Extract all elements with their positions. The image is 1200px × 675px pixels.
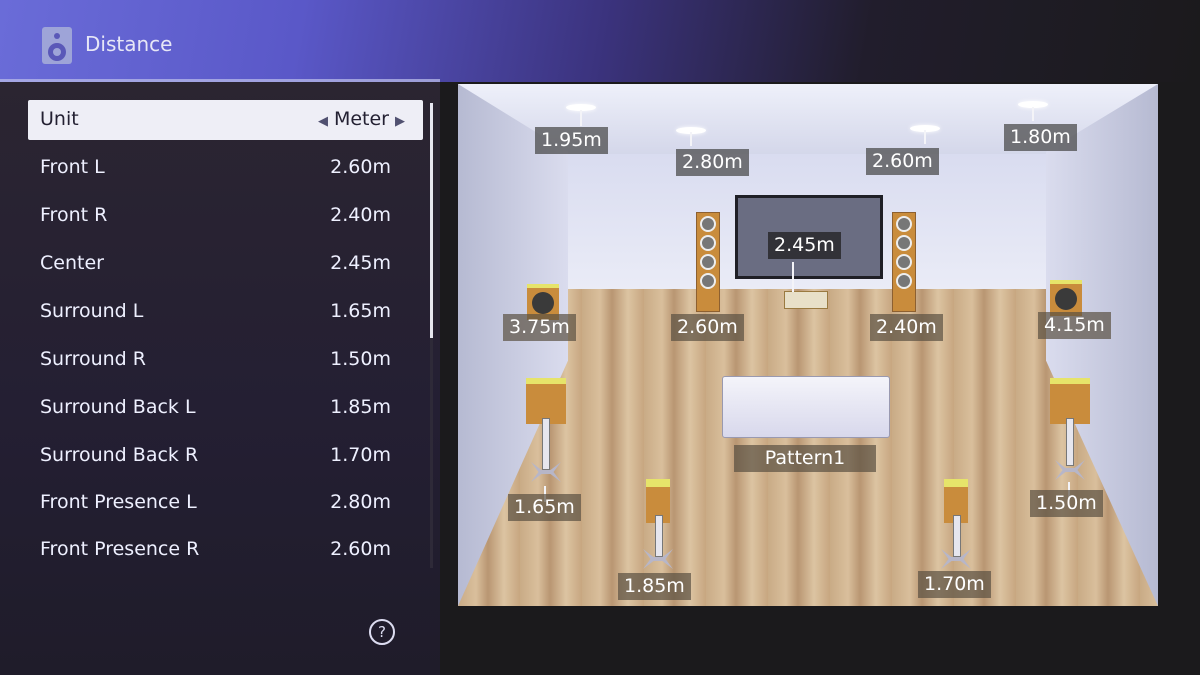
- item-label: Front L: [40, 156, 105, 178]
- speaker-layout-diagram: 1.95m 2.80m 2.60m 1.80m 2.45m 3.75m 2.60…: [458, 84, 1158, 606]
- item-value: 2.60m: [330, 538, 391, 560]
- header: [0, 0, 1200, 82]
- item-value: 1.85m: [330, 396, 391, 418]
- scrollbar-thumb[interactable]: [430, 103, 433, 338]
- tag-surround-r: 1.50m: [1030, 490, 1103, 517]
- tag-surround-back-l: 1.85m: [618, 573, 691, 600]
- arrow-left-icon[interactable]: ◀: [318, 114, 328, 129]
- tag-rear-presence-l: 1.95m: [535, 127, 608, 154]
- page-title: Distance: [85, 32, 173, 56]
- arrow-right-icon[interactable]: ▶: [395, 114, 405, 129]
- stand: [1066, 418, 1074, 466]
- item-label: Front Presence L: [40, 491, 197, 513]
- center-speaker-icon: [784, 291, 828, 309]
- help-icon[interactable]: ?: [369, 619, 395, 645]
- tag-connector: [924, 130, 926, 144]
- listening-position-label: Pattern1: [734, 445, 876, 472]
- stand: [953, 515, 961, 557]
- tag-connector: [690, 132, 692, 146]
- tag-rear-presence-r: 1.80m: [1004, 124, 1077, 151]
- list-item-front-l[interactable]: Front L 2.60m: [28, 148, 423, 188]
- item-value: 2.40m: [330, 204, 391, 226]
- tag-front-l: 2.60m: [671, 314, 744, 341]
- tag-front-presence-r: 2.60m: [866, 148, 939, 175]
- stand: [655, 515, 663, 557]
- tag-subwoofer-1: 3.75m: [503, 314, 576, 341]
- list-item-front-presence-r[interactable]: Front Presence R 2.60m: [28, 530, 423, 570]
- list-item-surround-back-l[interactable]: Surround Back L 1.85m: [28, 388, 423, 428]
- item-value: 2.60m: [330, 156, 391, 178]
- sofa-icon: [722, 376, 890, 438]
- tag-subwoofer-2: 4.15m: [1038, 312, 1111, 339]
- item-value: 2.45m: [330, 252, 391, 274]
- subwoofer-2-icon: [1050, 280, 1082, 316]
- tag-front-r: 2.40m: [870, 314, 943, 341]
- item-label: Surround Back L: [40, 396, 196, 418]
- tag-connector: [580, 110, 582, 126]
- item-value: 1.70m: [330, 444, 391, 466]
- item-label: Front R: [40, 204, 108, 226]
- speaker-icon: [42, 27, 72, 64]
- item-label: Surround R: [40, 348, 146, 370]
- tag-connector: [792, 262, 794, 292]
- unit-value-group: ◀ Meter ▶: [312, 108, 411, 130]
- item-value: 1.50m: [330, 348, 391, 370]
- list-item-front-r[interactable]: Front R 2.40m: [28, 196, 423, 236]
- tag-front-presence-l: 2.80m: [676, 149, 749, 176]
- tag-connector: [1032, 107, 1034, 121]
- unit-value: Meter: [333, 108, 389, 130]
- tag-center: 2.45m: [768, 232, 841, 259]
- list-item-surround-back-r[interactable]: Surround Back R 1.70m: [28, 436, 423, 476]
- tag-surround-l: 1.65m: [508, 494, 581, 521]
- list-item-surround-r[interactable]: Surround R 1.50m: [28, 340, 423, 380]
- front-l-speaker-icon: [696, 212, 720, 312]
- stand: [542, 418, 550, 470]
- tag-surround-back-r: 1.70m: [918, 571, 991, 598]
- item-value: 1.65m: [330, 300, 391, 322]
- scrollbar-track[interactable]: [430, 338, 433, 568]
- item-label: Center: [40, 252, 104, 274]
- unit-label: Unit: [40, 108, 79, 130]
- item-value: 2.80m: [330, 491, 391, 513]
- list-item-center[interactable]: Center 2.45m: [28, 244, 423, 284]
- unit-selector[interactable]: Unit ◀ Meter ▶: [28, 100, 423, 140]
- item-label: Front Presence R: [40, 538, 200, 560]
- item-label: Surround Back R: [40, 444, 199, 466]
- front-r-speaker-icon: [892, 212, 916, 312]
- item-label: Surround L: [40, 300, 144, 322]
- list-item-surround-l[interactable]: Surround L 1.65m: [28, 292, 423, 332]
- list-item-front-presence-l[interactable]: Front Presence L 2.80m: [28, 483, 423, 523]
